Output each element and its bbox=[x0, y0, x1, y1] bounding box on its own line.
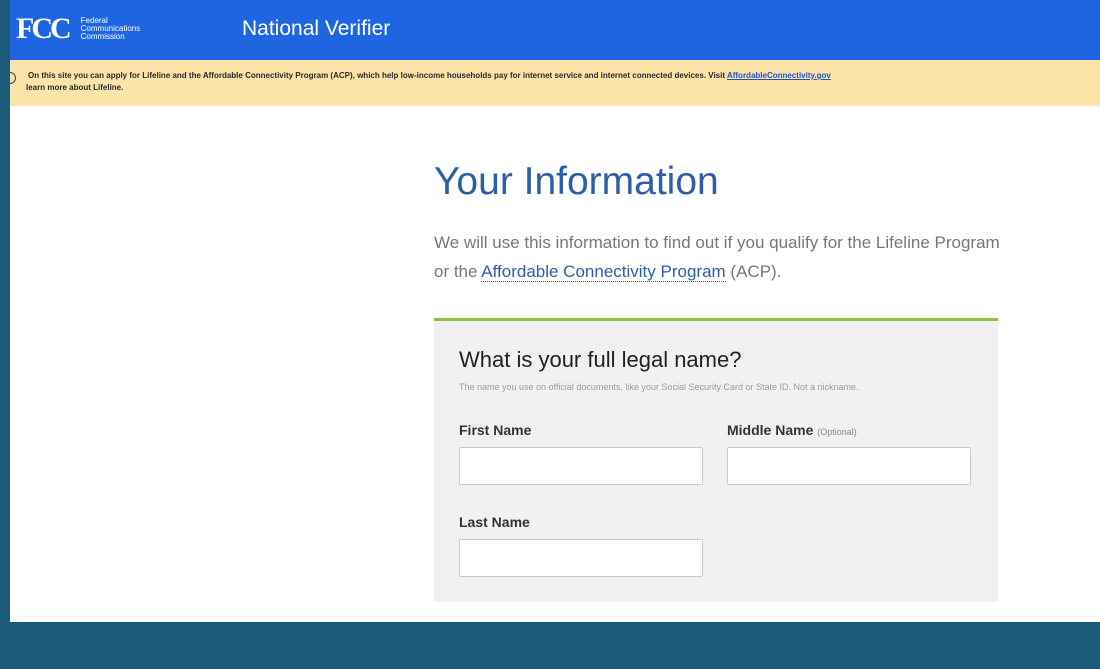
middle-name-label: Middle Name (Optional) bbox=[727, 422, 857, 438]
last-name-label: Last Name bbox=[459, 514, 530, 530]
legal-name-help: The name you use on official documents, … bbox=[459, 382, 859, 392]
app-title: National Verifier bbox=[242, 17, 391, 40]
main-content: Your Information We will use this inform… bbox=[434, 158, 1004, 286]
info-banner-text: On this site you can apply for Lifeline … bbox=[28, 71, 727, 80]
first-name-label: First Name bbox=[459, 422, 532, 438]
page-title: Your Information bbox=[434, 160, 719, 203]
last-name-input[interactable] bbox=[459, 539, 703, 577]
legal-name-card: What is your full legal name? The name y… bbox=[434, 318, 998, 602]
intro-text-after: (ACP). bbox=[725, 262, 782, 281]
info-banner: On this site you can apply for Lifeline … bbox=[10, 60, 1100, 106]
browser-page: FCC Federal Communications Commission Na… bbox=[10, 0, 1100, 622]
fcc-logo[interactable]: FCC Federal Communications Commission bbox=[16, 14, 140, 44]
fcc-logo-mark: FCC bbox=[16, 12, 72, 45]
info-banner-line-1: On this site you can apply for Lifeline … bbox=[18, 70, 1100, 82]
intro-text: We will use this information to find out… bbox=[434, 228, 1004, 286]
logo-line: Commission bbox=[80, 32, 125, 41]
site-header: FCC Federal Communications Commission Na… bbox=[10, 0, 1100, 60]
middle-name-input[interactable] bbox=[727, 447, 971, 485]
optional-tag: (Optional) bbox=[817, 427, 857, 437]
legal-name-heading: What is your full legal name? bbox=[459, 347, 742, 372]
affordable-connectivity-link[interactable]: AffordableConnectivity.gov bbox=[727, 71, 831, 80]
fcc-logo-text: Federal Communications Commission bbox=[81, 17, 141, 41]
info-banner-line-2: learn more about Lifeline. bbox=[26, 83, 124, 92]
acp-link[interactable]: Affordable Connectivity Program bbox=[481, 262, 726, 282]
middle-name-label-text: Middle Name bbox=[727, 422, 814, 438]
info-icon bbox=[10, 72, 16, 84]
first-name-input[interactable] bbox=[459, 447, 703, 485]
